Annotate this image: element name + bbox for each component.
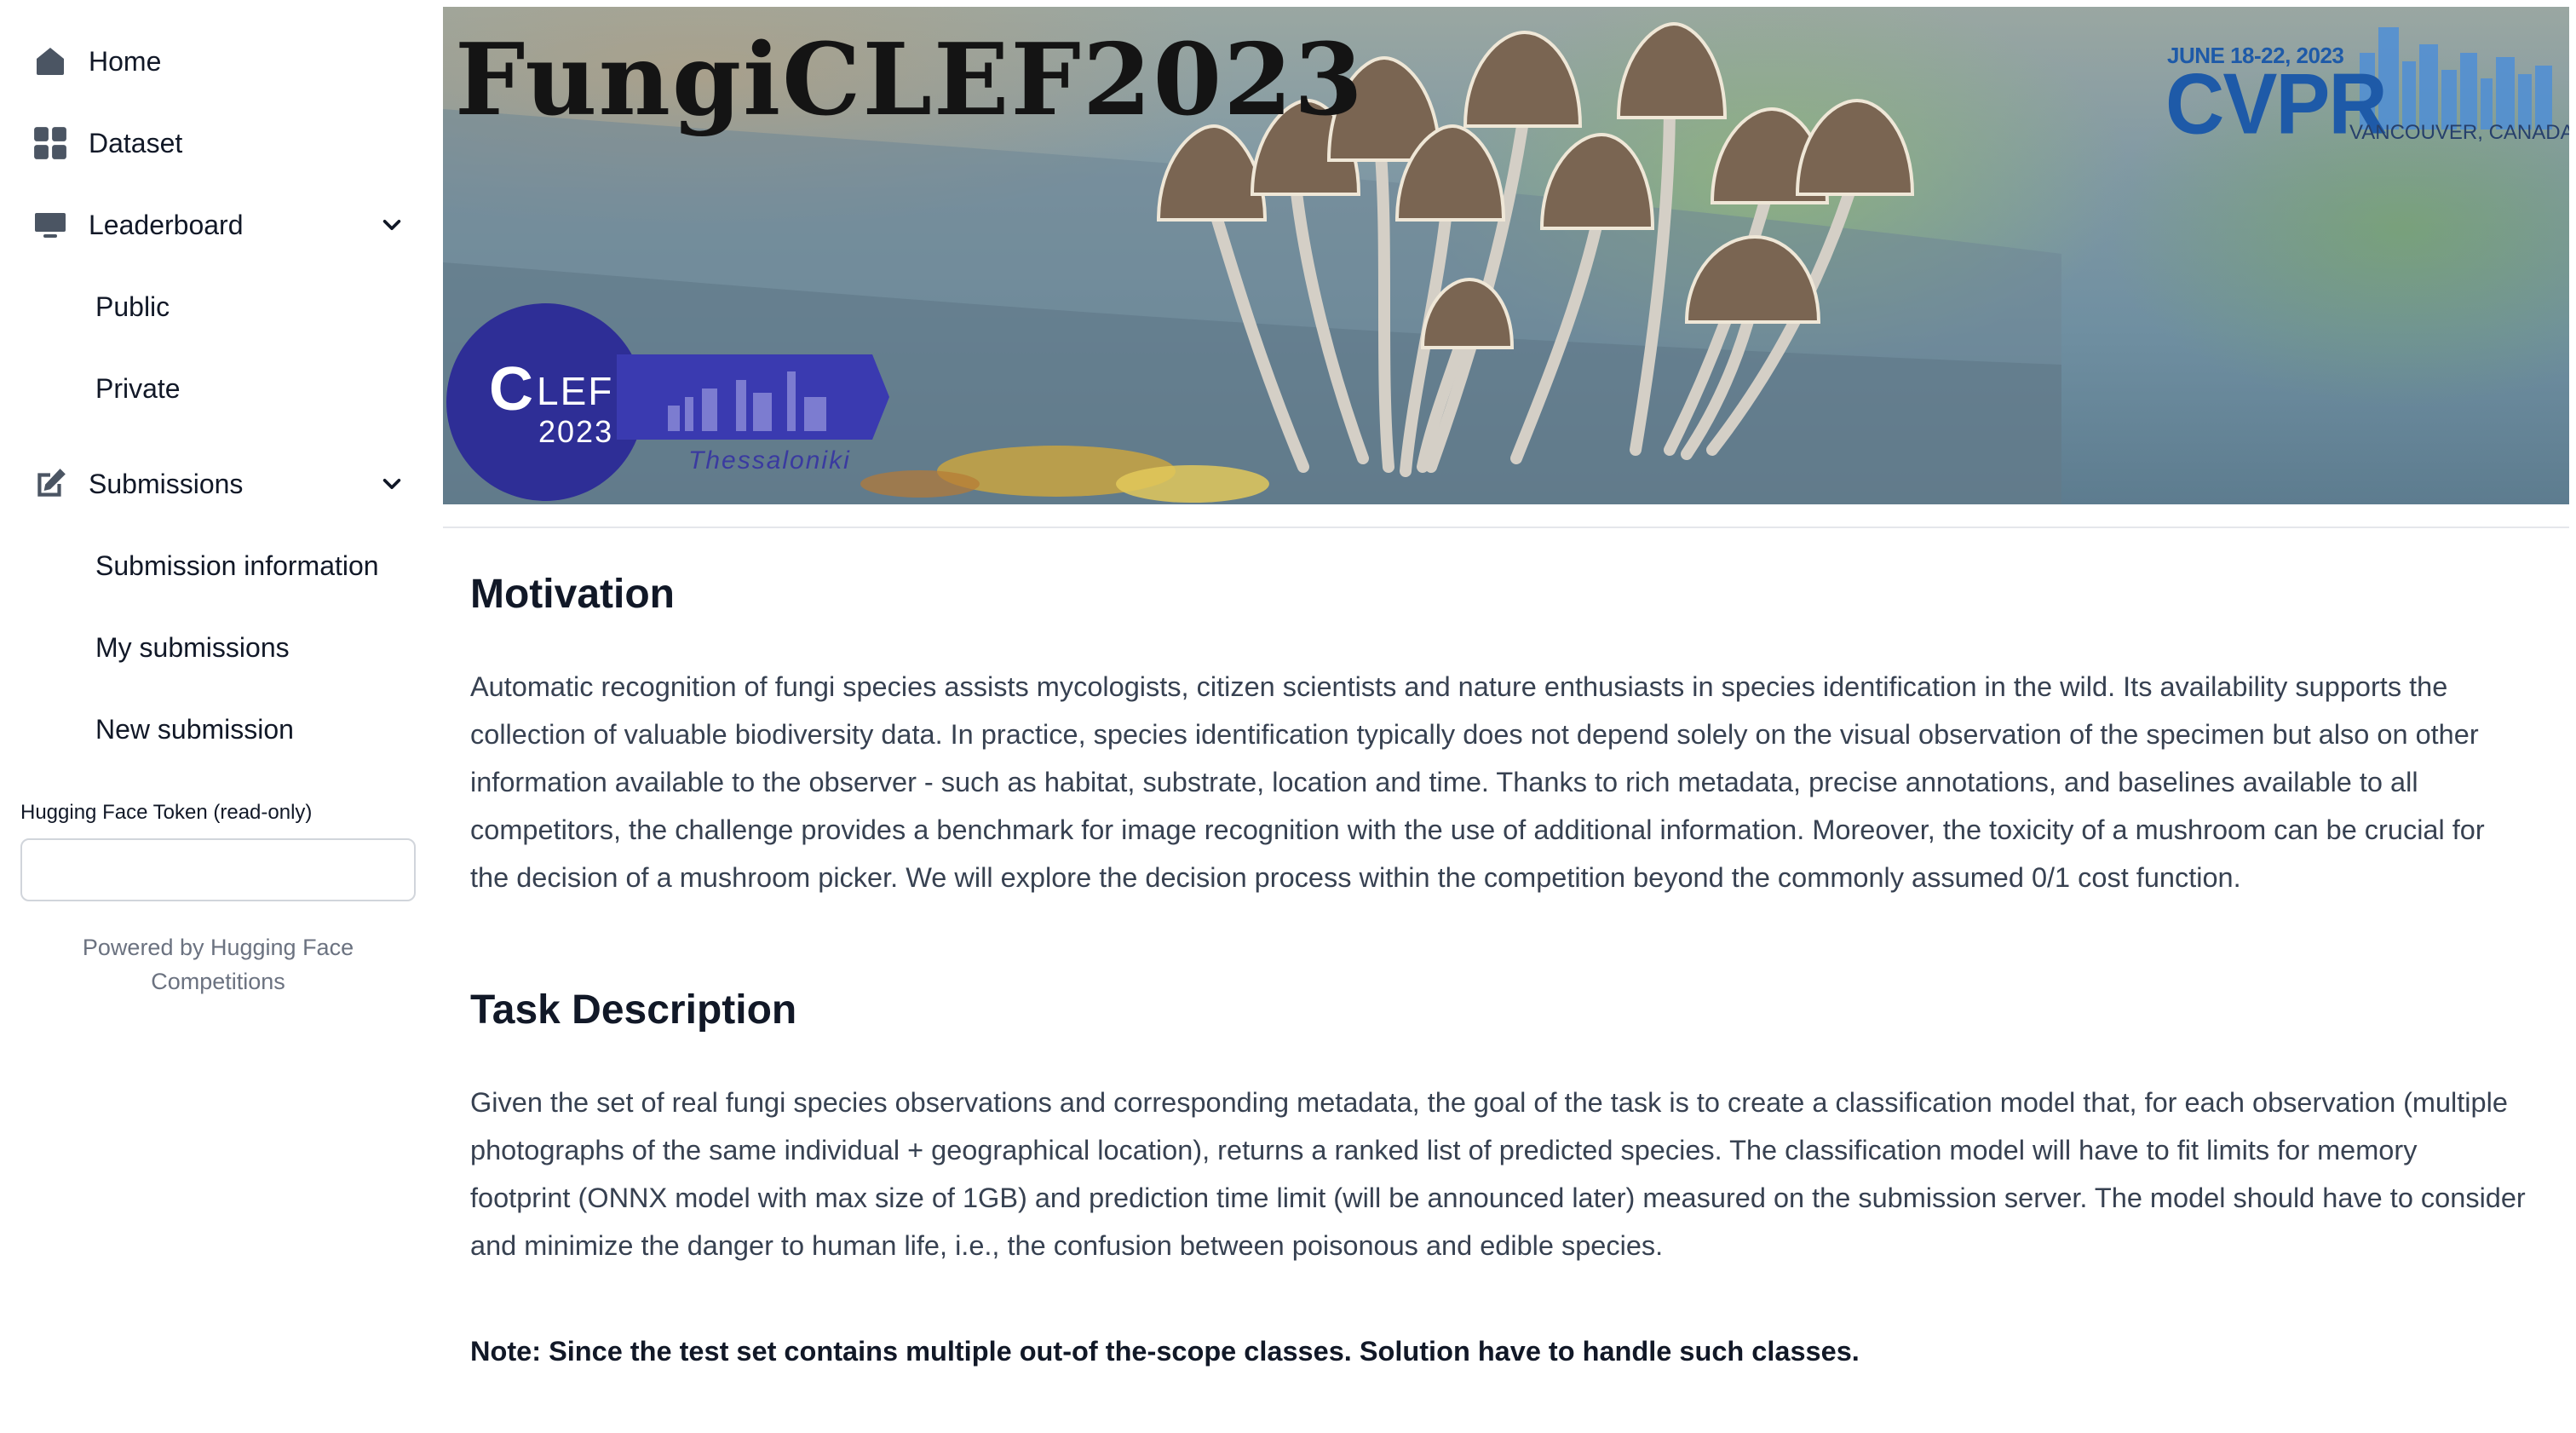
- paragraph-line: and minimize the danger to human life, i…: [470, 1230, 1664, 1261]
- sidebar-item-home[interactable]: Home: [0, 27, 440, 95]
- paragraph-line: information available to the observer - …: [470, 767, 2418, 797]
- sidebar-item-label: Public: [95, 291, 170, 322]
- sidebar: Home Dataset Leaderboard Public Private …: [0, 0, 440, 1433]
- clef-year: 2023: [538, 414, 614, 449]
- task-description-paragraph: Given the set of real fungi species obse…: [470, 1079, 2549, 1269]
- cvpr-city: VANCOUVER, CANADA: [2349, 121, 2569, 144]
- clef-lef: LEF: [537, 369, 614, 413]
- paragraph-line: the decision of a mushroom picker. We wi…: [470, 862, 2241, 893]
- clef-letter: C: [489, 355, 533, 423]
- powered-by-text: Powered by Hugging Face Competitions: [20, 930, 416, 998]
- sidebar-item-submission-information[interactable]: Submission information: [0, 532, 440, 600]
- token-input[interactable]: [20, 838, 416, 901]
- sidebar-item-new-submission[interactable]: New submission: [0, 695, 440, 763]
- paragraph-line: footprint (ONNX model with max size of 1…: [470, 1183, 2526, 1213]
- section-heading-motivation: Motivation: [470, 572, 675, 617]
- clef-city: Thessaloniki: [688, 446, 851, 475]
- grid-icon: [31, 124, 70, 163]
- section-heading-task-description: Task Description: [470, 987, 797, 1033]
- sidebar-item-label: Private: [95, 372, 181, 404]
- banner-title: FungiCLEF2023: [455, 22, 1365, 138]
- paragraph-line: Automatic recognition of fungi species a…: [470, 671, 2448, 702]
- edit-icon: [31, 464, 70, 504]
- chevron-down-icon[interactable]: [375, 208, 409, 242]
- paragraph-line: Given the set of real fungi species obse…: [470, 1087, 2508, 1118]
- sidebar-item-label: Home: [89, 45, 162, 77]
- sidebar-item-public[interactable]: Public: [0, 273, 440, 341]
- paragraph-line: competitors, the challenge provides a be…: [470, 814, 2485, 845]
- paragraph-line: collection of valuable biodiversity data…: [470, 719, 2479, 750]
- chevron-down-icon[interactable]: [375, 467, 409, 501]
- sidebar-item-label: New submission: [95, 713, 294, 745]
- sidebar-item-label: My submissions: [95, 631, 290, 663]
- monitor-icon: [31, 205, 70, 245]
- cvpr-logo: JUNE 18-22, 2023 CVPR VANCOUVER, CANADA: [2155, 19, 2569, 153]
- banner-image: FungiCLEF2023 C LEF 2023 Thessaloniki JU…: [443, 7, 2569, 504]
- banner-divider: [443, 527, 2569, 528]
- home-icon: [31, 42, 70, 81]
- page-root: Home Dataset Leaderboard Public Private …: [0, 0, 2576, 1433]
- sidebar-item-submissions[interactable]: Submissions: [0, 450, 440, 518]
- token-label: Hugging Face Token (read-only): [20, 801, 313, 824]
- sidebar-item-private[interactable]: Private: [0, 354, 440, 423]
- sidebar-item-dataset[interactable]: Dataset: [0, 109, 440, 177]
- paragraph-line: photographs of the same individual + geo…: [470, 1135, 2418, 1165]
- motivation-paragraph: Automatic recognition of fungi species a…: [470, 663, 2549, 901]
- sidebar-item-leaderboard[interactable]: Leaderboard: [0, 191, 440, 259]
- task-note: Note: Since the test set contains multip…: [470, 1336, 1860, 1367]
- powered-by-line: Competitions: [151, 969, 285, 994]
- sidebar-item-label: Leaderboard: [89, 209, 244, 240]
- sidebar-item-label: Submissions: [89, 468, 244, 499]
- clef-logo: C LEF 2023 Thessaloniki: [446, 303, 889, 501]
- sidebar-item-label: Submission information: [95, 550, 379, 581]
- sidebar-item-my-submissions[interactable]: My submissions: [0, 613, 440, 682]
- sidebar-item-label: Dataset: [89, 127, 183, 158]
- powered-by-line: Powered by Hugging Face: [82, 935, 354, 960]
